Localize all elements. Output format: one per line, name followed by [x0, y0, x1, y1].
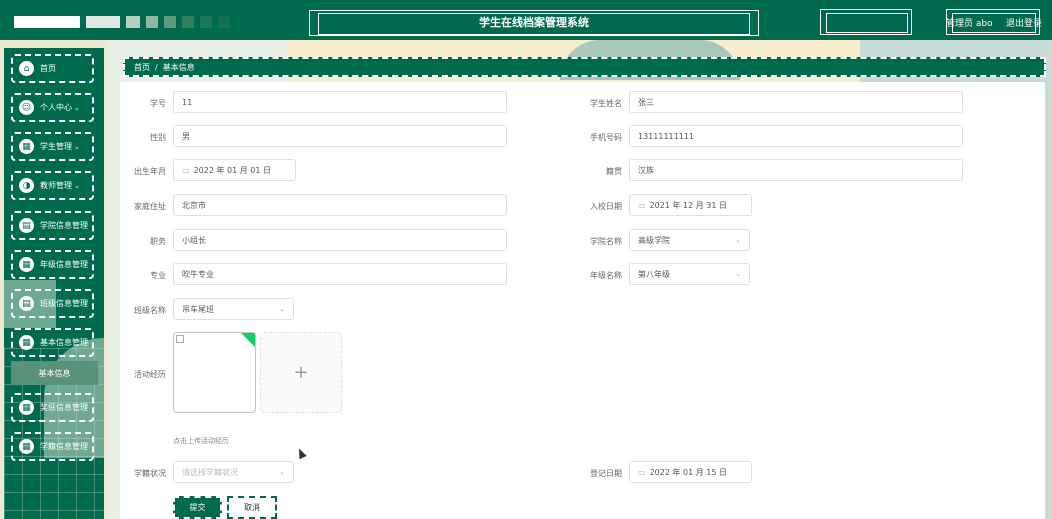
calendar-icon: ▭	[638, 467, 646, 477]
chevron-down-icon: ⌄	[279, 468, 285, 476]
broken-image-icon	[176, 335, 184, 343]
student-no-label: 学号	[150, 99, 166, 108]
sidebar-item-teachers[interactable]: ◑ 教师管理 ⌄	[11, 171, 94, 200]
success-check-icon	[241, 333, 255, 347]
enroll-label: 入校日期	[590, 202, 622, 211]
grid-icon: ▦	[19, 257, 34, 272]
sidebar-item-label: 教师管理	[40, 181, 72, 190]
grade-label: 年级名称	[590, 271, 622, 280]
position-field[interactable]: 小组长	[173, 229, 507, 251]
student-no-field[interactable]: 11	[173, 91, 507, 113]
class-value: 吊车尾班	[182, 304, 214, 314]
sidebar-item-label: 奖惩信息管理	[40, 403, 88, 412]
major-field[interactable]: 吹牛专业	[173, 263, 507, 285]
sidebar-item-rewards[interactable]: ▦ 奖惩信息管理	[11, 393, 94, 422]
sidebar-item-label: 年级信息管理	[40, 260, 88, 269]
chevron-down-icon: ⌄	[735, 270, 741, 278]
class-label: 班级名称	[134, 306, 166, 315]
header-frame	[826, 13, 908, 33]
chevron-down-icon: ⌄	[74, 181, 80, 190]
address-field[interactable]: 北京市	[173, 194, 507, 216]
chevron-down-icon: ⌄	[74, 103, 80, 112]
chevron-down-icon: ⌄	[74, 142, 80, 151]
plus-icon: +	[293, 362, 309, 383]
sidebar-item-grade[interactable]: ▦ 年级信息管理	[11, 250, 94, 279]
sidebar-item-label: 班级信息管理	[40, 299, 88, 308]
upload-button[interactable]: +	[260, 332, 342, 413]
birth-date-picker[interactable]: ▭ 2022 年 01 月 01 日	[173, 159, 296, 181]
breadcrumb: 首页 / 基本信息	[123, 57, 1046, 77]
grid-icon: ▦	[19, 139, 34, 154]
breadcrumb-current: 基本信息	[162, 62, 195, 72]
college-value: 高级学院	[638, 235, 670, 245]
sidebar-item-label: 个人中心	[40, 103, 72, 112]
current-user: 管理员 abo	[946, 19, 993, 29]
activity-label: 活动经历	[134, 370, 166, 379]
birth-date-value: 2022 年 01 月 01 日	[193, 165, 271, 175]
position-label: 职务	[150, 237, 166, 246]
upload-tip: 点击上传活动经历	[173, 437, 229, 445]
calendar-icon: ▭	[638, 200, 646, 210]
sidebar-item-label: 基本信息管理	[40, 338, 88, 347]
phone-field[interactable]: 13111111111	[629, 125, 963, 147]
sidebar: ⌂ 首页 ☺ 个人中心 ⌄ ▦ 学生管理 ⌄ ◑ 教师管理 ⌄ ▤ 学院信息管理…	[4, 48, 104, 519]
native-field[interactable]: 汉族	[629, 159, 963, 181]
cancel-button[interactable]: 取消	[227, 496, 277, 519]
enroll-date-picker[interactable]: ▭ 2021 年 12 月 31 日	[629, 194, 752, 216]
sidebar-item-class[interactable]: ▤ 班级信息管理	[11, 289, 94, 318]
app-title: 学生在线档案管理系统	[479, 16, 589, 29]
sidebar-item-status[interactable]: ▦ 学籍信息管理	[11, 432, 94, 461]
sidebar-item-home[interactable]: ⌂ 首页	[11, 54, 94, 83]
register-label: 登记日期	[590, 469, 622, 478]
chevron-down-icon: ⌄	[735, 236, 741, 244]
gender-field[interactable]: 男	[173, 125, 507, 147]
user-icon: ☺	[19, 100, 34, 115]
student-name-field[interactable]: 张三	[629, 91, 963, 113]
status-placeholder: 请选择学籍状况	[182, 467, 238, 477]
status-label: 学籍状况	[134, 469, 166, 478]
sidebar-item-label: 学生管理	[40, 142, 72, 151]
sidebar-item-basic-info[interactable]: ▦ 基本信息管理	[11, 328, 94, 357]
register-date-value: 2022 年 01 月 15 日	[649, 467, 727, 477]
submit-button[interactable]: 提交	[173, 496, 222, 519]
grade-value: 第八年级	[638, 269, 670, 279]
sidebar-item-students[interactable]: ▦ 学生管理 ⌄	[11, 132, 94, 161]
breadcrumb-separator: /	[155, 62, 158, 72]
document-icon: ▤	[19, 218, 34, 233]
logout-link[interactable]: 退出登录	[1006, 16, 1042, 29]
status-select[interactable]: 请选择学籍状况 ⌄	[173, 461, 294, 483]
address-label: 家庭住址	[134, 202, 166, 211]
grid-icon: ▦	[19, 439, 34, 454]
sidebar-subitem-basic-info[interactable]: 基本信息	[11, 361, 98, 385]
phone-label: 手机号码	[590, 133, 622, 142]
enroll-date-value: 2021 年 12 月 31 日	[649, 200, 727, 210]
calendar-icon: ▭	[182, 165, 190, 175]
sidebar-item-label: 学籍信息管理	[40, 442, 88, 451]
shield-icon: ◑	[19, 178, 34, 193]
class-select[interactable]: 吊车尾班 ⌄	[173, 298, 294, 320]
major-label: 专业	[150, 271, 166, 280]
sidebar-item-personal[interactable]: ☺ 个人中心 ⌄	[11, 93, 94, 122]
college-select[interactable]: 高级学院 ⌄	[629, 229, 750, 251]
register-date-picker[interactable]: ▭ 2022 年 01 月 15 日	[629, 461, 752, 483]
uploaded-image[interactable]	[173, 332, 256, 413]
native-label: 籍贯	[606, 167, 622, 176]
grid-icon: ▦	[19, 335, 34, 350]
gender-label: 性别	[150, 133, 166, 142]
document-icon: ▤	[19, 296, 34, 311]
grid-icon: ▦	[19, 400, 34, 415]
sidebar-item-college[interactable]: ▤ 学院信息管理	[11, 211, 94, 240]
college-label: 学院名称	[590, 237, 622, 246]
chevron-down-icon: ⌄	[279, 305, 285, 313]
birth-label: 出生年月	[134, 167, 166, 176]
grade-select[interactable]: 第八年级 ⌄	[629, 263, 750, 285]
home-icon: ⌂	[19, 61, 34, 76]
sidebar-item-label: 学院信息管理	[40, 221, 88, 230]
top-header: 学生在线档案管理系统 管理员 abo 退出登录	[0, 0, 1052, 40]
student-name-label: 学生姓名	[590, 99, 622, 108]
logo-blocks	[14, 16, 230, 28]
breadcrumb-home[interactable]: 首页	[134, 62, 150, 73]
sidebar-item-label: 首页	[40, 64, 56, 73]
